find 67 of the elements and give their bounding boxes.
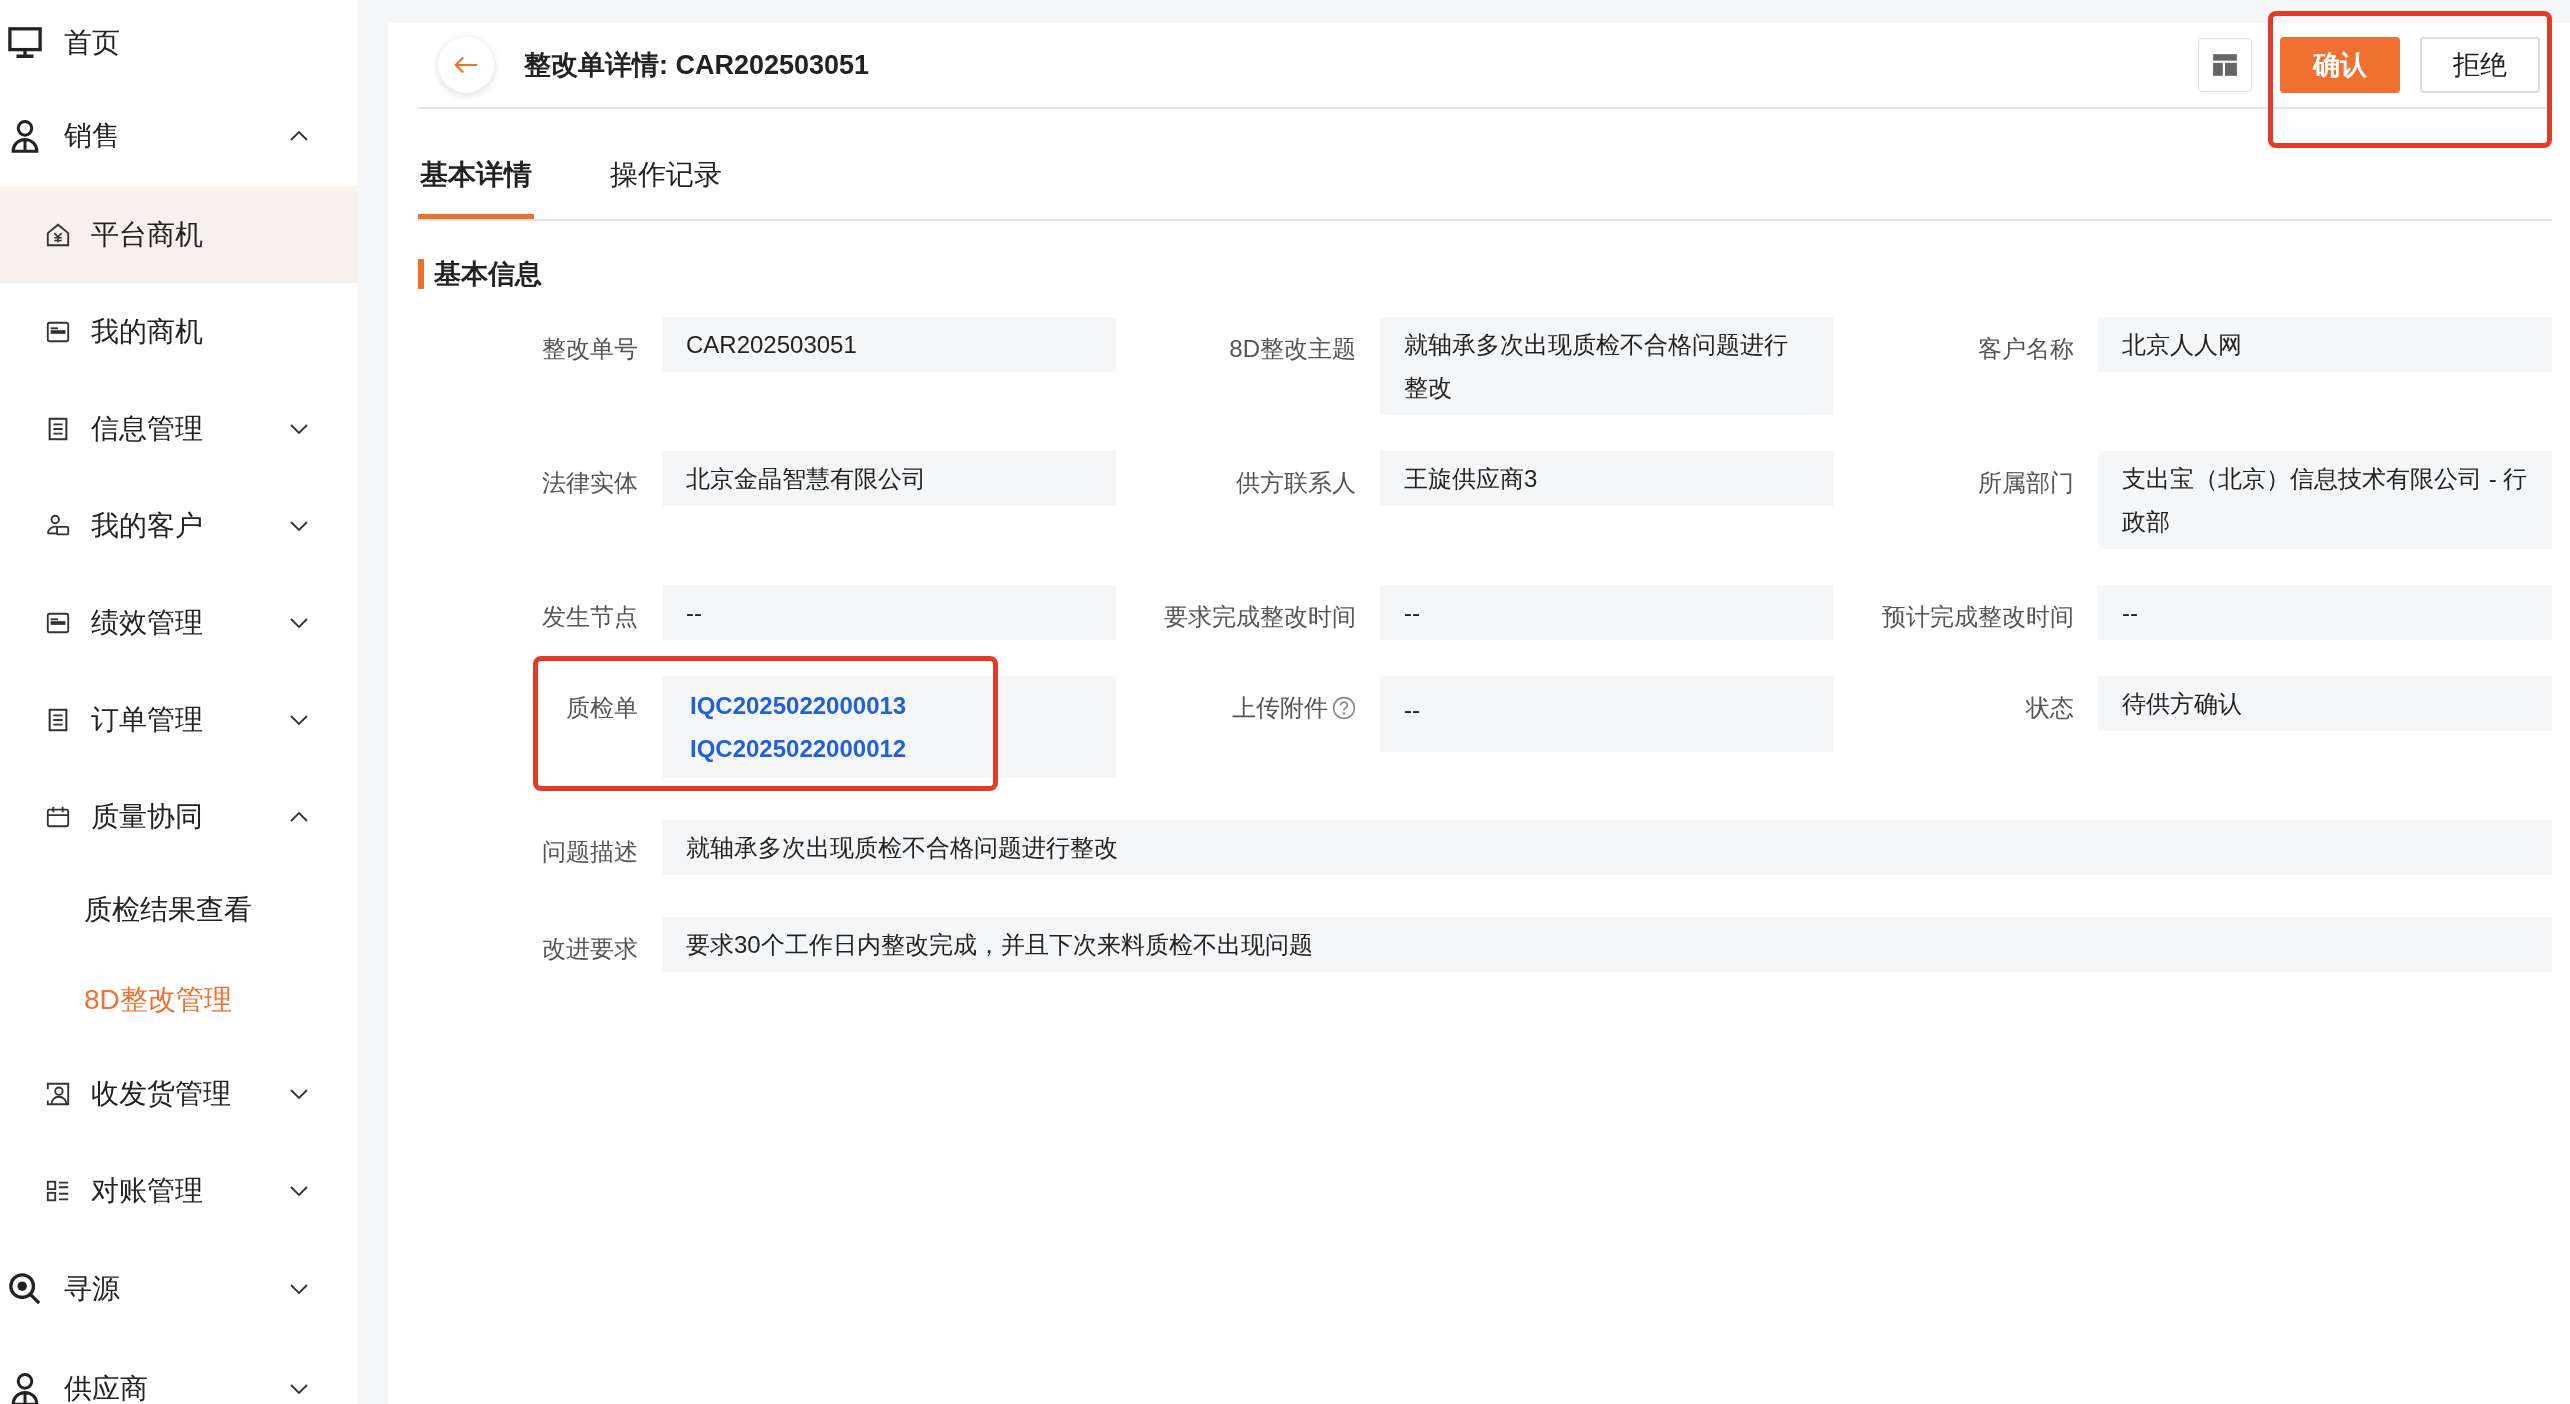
inspection-link[interactable]: IQC2025022000012 xyxy=(690,727,907,770)
chevron-up-icon xyxy=(289,810,309,823)
chevron-down-icon xyxy=(289,713,309,726)
field-label: 整改单号 xyxy=(542,333,638,364)
monitor-icon xyxy=(8,26,42,60)
sidebar-item[interactable]: 平台商机 xyxy=(0,186,357,283)
field-label: 预计完成整改时间 xyxy=(1882,601,2074,632)
field-label: 供方联系人 xyxy=(1236,467,1356,498)
chevron-down-icon xyxy=(289,1283,309,1295)
inspection-link[interactable]: IQC2025022000013 xyxy=(690,684,907,727)
field-label: 改进要求 xyxy=(542,933,638,964)
sidebar-group[interactable]: 供应商 xyxy=(0,1339,357,1404)
chevron-down-icon xyxy=(289,616,309,629)
house-icon xyxy=(45,221,71,248)
tab[interactable]: 基本详情 xyxy=(418,156,534,219)
sidebar-group[interactable]: 订单管理 xyxy=(0,671,357,768)
back-arrow-icon xyxy=(453,55,479,75)
layout-icon xyxy=(2212,53,2238,77)
field-label: 上传附件 xyxy=(1232,692,1328,723)
chevron-down-icon xyxy=(289,519,309,532)
sidebar-group[interactable]: 对账管理 xyxy=(0,1142,357,1239)
sidebar-group[interactable]: 收发货管理 xyxy=(0,1045,357,1142)
field-label: 法律实体 xyxy=(542,467,638,498)
value-field: 支出宝（北京）信息技术有限公司 - 行政部 xyxy=(2098,451,2552,549)
field-label: 要求完成整改时间 xyxy=(1164,601,1356,632)
sidebar-group[interactable]: 信息管理 xyxy=(0,380,357,477)
back-button[interactable] xyxy=(438,37,494,93)
sidebar-item[interactable]: 质检结果查看 xyxy=(0,865,357,955)
page-title: 整改单详情: CAR202503051 xyxy=(524,49,871,82)
sidebar-group[interactable]: 销售 xyxy=(0,86,357,186)
chevron-up-icon xyxy=(289,130,309,142)
section-title: 基本信息 xyxy=(418,259,2552,289)
layout-button[interactable] xyxy=(2198,38,2252,92)
value-field: -- xyxy=(2098,585,2552,640)
field-label: 所属部门 xyxy=(1978,467,2074,498)
value-field: 北京人人网 xyxy=(2098,317,2552,372)
chevron-down-icon xyxy=(289,1087,309,1100)
field-label: 8D整改主题 xyxy=(1229,333,1356,364)
field-label: 质检单 xyxy=(566,692,638,723)
value-field: 北京金晶智慧有限公司 xyxy=(662,451,1116,506)
value-field: -- xyxy=(1380,585,1834,640)
search-icon xyxy=(8,1272,42,1306)
value-field: -- xyxy=(662,585,1116,640)
reject-button[interactable]: 拒绝 xyxy=(2420,37,2540,93)
help-icon[interactable] xyxy=(1332,695,1356,720)
field-label: 发生节点 xyxy=(542,601,638,632)
field-label: 客户名称 xyxy=(1978,333,2074,364)
sidebar-group[interactable]: 绩效管理 xyxy=(0,574,357,671)
chevron-down-icon xyxy=(289,422,309,435)
chevron-down-icon xyxy=(289,1383,309,1395)
value-field: 王旋供应商3 xyxy=(1380,451,1834,506)
sidebar-group[interactable]: 寻源 xyxy=(0,1239,357,1339)
sidebar-group[interactable]: 我的客户 xyxy=(0,477,357,574)
value-field: 就轴承多次出现质检不合格问题进行整改 xyxy=(1380,317,1834,415)
value-field: 就轴承多次出现质检不合格问题进行整改 xyxy=(662,820,2552,875)
chevron-down-icon xyxy=(289,1184,309,1197)
value-field: -- xyxy=(1380,676,1834,752)
value-field: 待供方确认 xyxy=(2098,676,2552,731)
tab[interactable]: 操作记录 xyxy=(608,156,724,219)
field-label: 状态 xyxy=(2026,692,2074,723)
portrait-icon xyxy=(45,1080,71,1107)
field-label: 问题描述 xyxy=(542,836,638,867)
sidebar-item[interactable]: 首页 xyxy=(0,0,357,86)
value-field: CAR202503051 xyxy=(662,317,1116,372)
sidebar-group[interactable]: 质量协同 xyxy=(0,768,357,865)
sidebar-item[interactable]: 我的商机 xyxy=(0,283,357,380)
value-field: 要求30个工作日内整改完成，并且下次来料质检不出现问题 xyxy=(662,917,2552,972)
